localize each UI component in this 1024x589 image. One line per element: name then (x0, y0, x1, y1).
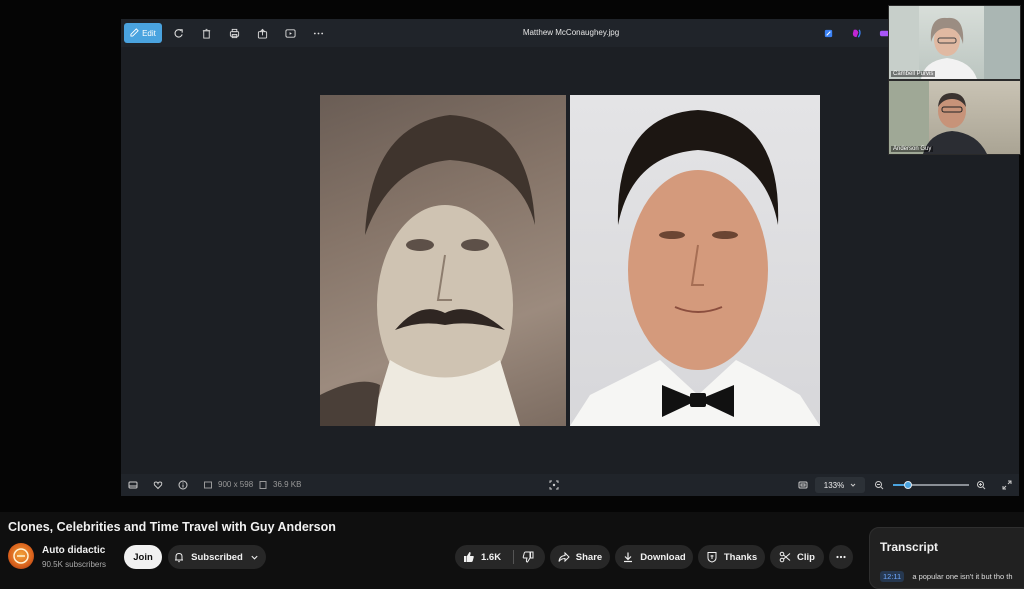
file-size: 36.9 KB (273, 480, 302, 489)
download-icon (622, 551, 634, 563)
rotate-icon[interactable] (171, 26, 185, 40)
transcript-text: a popular one isn't it but tho th (912, 572, 1013, 581)
more-icon (835, 551, 847, 563)
video-player[interactable]: Edit Matthew McConaughey.jpg 900 x 598 3… (0, 0, 1024, 512)
dimensions-icon (202, 479, 214, 491)
channel-avatar[interactable] (8, 543, 34, 569)
scissors-icon (779, 551, 791, 563)
download-label: Download (640, 551, 686, 563)
join-button[interactable]: Join (124, 545, 162, 569)
info-icon[interactable] (177, 479, 189, 491)
download-button[interactable]: Download (615, 545, 693, 569)
thanks-button[interactable]: Thanks (698, 545, 765, 569)
subscriber-count: 90.5K subscribers (42, 560, 107, 569)
share-icon (558, 551, 570, 563)
share-image-icon[interactable] (255, 26, 269, 40)
share-button[interactable]: Share (550, 545, 610, 569)
image-dimensions: 900 x 598 (218, 480, 254, 489)
print-icon[interactable] (227, 26, 241, 40)
filmstrip-icon[interactable] (127, 479, 139, 491)
channel-name[interactable]: Auto didactic (42, 545, 105, 556)
clip-label: Clip (797, 551, 815, 563)
fullscreen-icon[interactable] (1001, 479, 1013, 491)
select-area-icon[interactable] (548, 479, 560, 491)
photo-viewer-window: Edit Matthew McConaughey.jpg 900 x 598 3… (121, 19, 1019, 496)
zoom-level: 133% (823, 480, 845, 490)
transcript-timestamp: 12:11 (880, 571, 905, 582)
video-title: Clones, Celebrities and Time Travel with… (8, 520, 336, 534)
transcript-segment[interactable]: 12:11 a popular one isn't it but tho th (880, 571, 1013, 582)
zoom-slider-thumb[interactable] (904, 481, 913, 489)
fit-to-window-icon[interactable] (797, 479, 809, 491)
more-actions-button[interactable] (829, 545, 853, 569)
participant-video-1: Cambell Purvis (888, 5, 1021, 80)
edit-icon (130, 27, 139, 39)
like-count[interactable]: 1.6K (481, 552, 501, 563)
clip-button[interactable]: Clip (770, 545, 824, 569)
file-size-icon (257, 479, 269, 491)
participant-name: Cambell Purvis (891, 71, 936, 77)
zoom-in-icon[interactable] (975, 479, 987, 491)
zoom-out-icon[interactable] (873, 479, 885, 491)
copilot-icon[interactable] (849, 26, 863, 40)
displayed-image (320, 95, 820, 426)
subscribed-button[interactable]: Subscribed (168, 545, 266, 569)
modern-portrait-photo (570, 95, 820, 426)
favorite-icon[interactable] (152, 479, 164, 491)
transcript-panel: Transcript 12:11 a popular one isn't it … (869, 527, 1024, 589)
chevron-down-icon (850, 481, 856, 490)
slideshow-icon[interactable] (283, 26, 297, 40)
share-label: Share (575, 551, 603, 563)
chevron-down-icon (249, 551, 261, 563)
thanks-label: Thanks (723, 551, 758, 563)
participant-name: Anderson Guy (891, 146, 934, 152)
more-options-icon[interactable] (311, 26, 325, 40)
transcript-title: Transcript (880, 540, 939, 554)
divider (513, 550, 515, 564)
participant-video-2: Anderson Guy (888, 80, 1021, 155)
dislike-icon[interactable] (522, 551, 534, 563)
like-dislike-group: 1.6K (455, 545, 545, 569)
vintage-portrait-photo (320, 95, 566, 426)
like-icon[interactable] (463, 551, 475, 563)
edit-button[interactable]: Edit (124, 23, 162, 43)
subscribed-label: Subscribed (191, 551, 243, 563)
thanks-icon (706, 551, 718, 563)
designer-icon[interactable] (821, 26, 835, 40)
edit-label: Edit (142, 28, 156, 38)
file-name: Matthew McConaughey.jpg (522, 28, 620, 37)
zoom-slider[interactable] (893, 481, 969, 489)
viewer-status-bar: 900 x 598 36.9 KB 133% (121, 474, 1019, 496)
delete-icon[interactable] (199, 26, 213, 40)
viewer-toolbar: Edit Matthew McConaughey.jpg (121, 19, 1019, 47)
zoom-level-dropdown[interactable]: 133% (815, 477, 865, 493)
bell-icon (173, 551, 185, 563)
